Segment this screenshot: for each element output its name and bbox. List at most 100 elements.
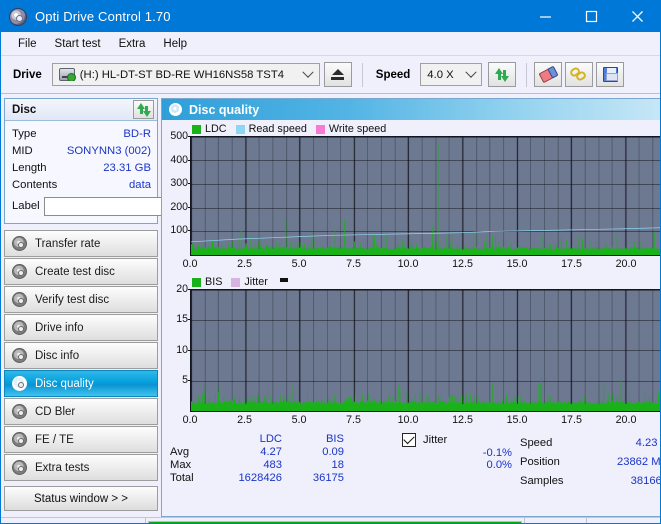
jitter-max-value: 0.0%	[486, 459, 513, 471]
bis-plot-area[interactable]	[190, 289, 660, 412]
drive-select[interactable]: (H:) HL-DT-ST BD-RE WH16NS58 TST4	[51, 63, 320, 86]
sidebar-item-drive-info[interactable]: Drive info	[4, 314, 158, 341]
status-window-button[interactable]: Status window > >	[4, 486, 158, 511]
samples-label: Samples	[520, 474, 564, 487]
stats-row-total-label: Total	[170, 472, 194, 484]
y-tick: 10	[176, 343, 192, 356]
x-tick: 5.0	[291, 258, 307, 270]
y-tick: 300	[170, 177, 192, 190]
x-tick: 7.5	[346, 258, 361, 270]
menu-item-extra[interactable]: Extra	[110, 35, 155, 53]
disc-label-row: Label	[12, 194, 246, 218]
sidebar-item-disc-info[interactable]: Disc info	[4, 342, 158, 369]
body: Disc Type BD-R MID SONYNN3 (002) Length …	[1, 94, 660, 517]
disc-icon	[12, 236, 27, 251]
disc-row-mid-value: SONYNN3 (002)	[66, 144, 151, 157]
sidebar-item-fe-te[interactable]: FE / TE	[4, 426, 158, 453]
position-label: Position	[520, 455, 560, 468]
legend-swatch-ldc	[192, 124, 201, 134]
x-tick: 12.5	[452, 414, 473, 426]
stats-row-avg-label: Avg	[170, 446, 190, 458]
disc-quality-header: Disc quality	[162, 99, 660, 120]
sidebar-item-cd-bler[interactable]: CD Bler	[4, 398, 158, 425]
stats-row-max-label: Max	[170, 459, 192, 471]
sidebar: Disc Type BD-R MID SONYNN3 (002) Length …	[1, 94, 246, 517]
disc-row-length-key: Length	[12, 161, 47, 174]
jitter-checkbox-row: Jitter	[402, 433, 520, 447]
progress-percent: 100.0%	[524, 518, 586, 523]
x-tick: 10.0	[397, 414, 419, 426]
sidebar-item-disc-quality[interactable]: Disc quality	[4, 370, 158, 397]
y-tick: 5	[182, 373, 192, 386]
y-tick: 100	[170, 224, 192, 237]
bis-y-axis: 5 10 15 20	[165, 283, 192, 412]
disc-row-contents-value: data	[129, 178, 151, 191]
samples-row: Samples 381667	[520, 471, 660, 490]
speed-row: Speed 4.23 X	[520, 433, 660, 452]
jitter-avg-value: -0.1%	[482, 447, 512, 459]
speed-result-label: Speed	[520, 436, 553, 449]
stats-row-total-bis: 36175	[312, 472, 344, 484]
disc-icon	[12, 348, 27, 363]
stats-row-max-bis: 18	[331, 459, 344, 471]
save-button[interactable]	[596, 62, 625, 87]
legend-label-bis: BIS	[205, 276, 223, 288]
jitter-column: Jitter -0.1% 0.0%	[402, 433, 520, 516]
x-tick: 5.0	[291, 414, 307, 426]
disc-icon	[12, 376, 27, 391]
close-button[interactable]	[614, 1, 660, 32]
minimize-button[interactable]	[522, 1, 568, 32]
x-tick: 20.0	[615, 258, 637, 270]
x-tick: 17.5	[561, 414, 582, 426]
ldc-x-axis: 0.02.55.07.510.012.515.017.520.022.525.0…	[183, 256, 660, 273]
disc-refresh-button[interactable]	[133, 100, 154, 119]
stats-row-avg-bis: 0.09	[322, 446, 344, 458]
legend-label-jitter: Jitter	[244, 276, 268, 288]
disc-row-length-value: 23.31 GB	[103, 161, 151, 174]
y-tick: 20	[176, 283, 192, 295]
legend-label-write-speed: Write speed	[328, 123, 387, 135]
menu-item-help[interactable]: Help	[154, 35, 196, 53]
link-button[interactable]	[565, 62, 594, 87]
drive-select-value-wrap: (H:) HL-DT-ST BD-RE WH16NS58 TST4	[55, 68, 300, 81]
sidebar-item-label: Disc quality	[35, 377, 94, 390]
disc-icon	[12, 292, 27, 307]
disc-row-contents-key: Contents	[12, 178, 58, 191]
chain-icon	[568, 65, 588, 83]
toolbar: Drive (H:) HL-DT-ST BD-RE WH16NS58 TST4 …	[1, 56, 660, 94]
sidebar-item-transfer-rate[interactable]: Transfer rate	[4, 230, 158, 257]
toolbar-separator-2	[526, 62, 528, 87]
eject-button[interactable]	[323, 62, 352, 87]
disc-row-contents: Contents data	[12, 176, 151, 193]
maximize-button[interactable]	[568, 1, 614, 32]
refresh-icon	[136, 102, 151, 117]
menu-item-start-test[interactable]: Start test	[46, 35, 110, 53]
y-tick: 400	[170, 153, 192, 166]
app-icon	[9, 7, 27, 26]
x-tick: 10.0	[397, 258, 419, 270]
speed-select[interactable]: 4.0 X	[420, 63, 483, 86]
page-title: Disc quality	[189, 102, 260, 117]
menu-bar: File Start test Extra Help	[1, 32, 660, 56]
main-area: Disc quality LDC Read speed Write speed …	[161, 94, 660, 517]
jitter-checkbox[interactable]	[402, 433, 416, 447]
sidebar-item-label: FE / TE	[35, 433, 74, 446]
refresh-button[interactable]	[488, 62, 517, 87]
erase-button[interactable]	[534, 62, 563, 87]
sidebar-item-verify-test-disc[interactable]: Verify test disc	[4, 286, 158, 313]
disc-panel-title: Disc	[12, 103, 37, 116]
drive-select-value: (H:) HL-DT-ST BD-RE WH16NS58 TST4	[79, 68, 284, 81]
menu-item-file[interactable]: File	[9, 35, 46, 53]
speed-column: Speed 4.23 X Position 23862 MB Samples 3…	[520, 433, 660, 516]
sidebar-item-create-test-disc[interactable]: Create test disc	[4, 258, 158, 285]
x-tick: 20.0	[615, 414, 637, 426]
ldc-plot-area[interactable]	[190, 136, 660, 256]
drive-icon	[58, 68, 76, 81]
disc-panel-header: Disc	[5, 99, 157, 121]
disc-icon	[12, 460, 27, 475]
y-tick: 500	[170, 130, 192, 142]
sidebar-item-extra-tests[interactable]: Extra tests	[4, 454, 158, 481]
x-tick: 12.5	[452, 258, 473, 270]
chevron-down-icon	[462, 64, 479, 85]
disc-row-mid: MID SONYNN3 (002)	[12, 142, 151, 159]
